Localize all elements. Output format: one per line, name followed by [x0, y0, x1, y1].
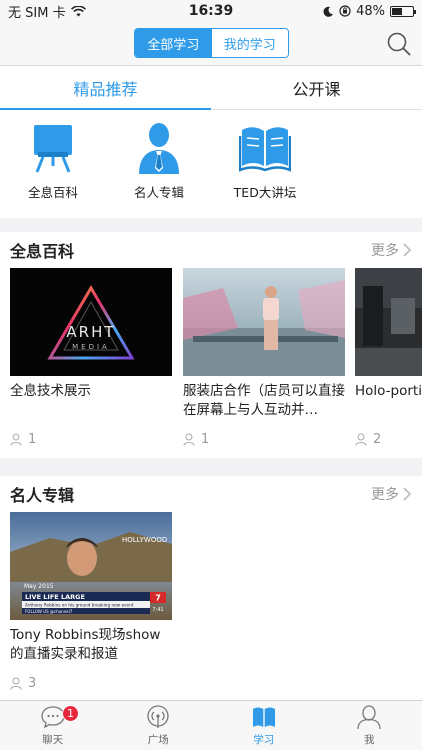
store-hologram: [183, 280, 345, 376]
tabbar-item-learning[interactable]: 学习: [211, 701, 317, 750]
chevron-right-icon: [403, 487, 412, 501]
video-thumbnail: [355, 268, 422, 376]
section-title: 全息百科: [10, 242, 75, 261]
category-ted-talks[interactable]: TED大讲坛: [220, 122, 310, 201]
learning-segmented-control: 全部学习 我的学习: [134, 28, 289, 58]
carrier-label: 无 SIM 卡: [8, 5, 66, 21]
svg-text:HOLLYWOOD: HOLLYWOOD: [122, 536, 167, 544]
svg-text:ARHT: ARHT: [66, 323, 115, 341]
tab-open-courses[interactable]: 公开课: [211, 66, 422, 109]
content-tabs: 精品推荐 公开课: [0, 66, 422, 110]
battery-percent: 48%: [356, 3, 385, 19]
broadcast-icon: [147, 705, 169, 728]
orientation-lock-icon: [339, 5, 351, 17]
video-thumbnail: HOLLYWOOD May 2015 LIVE LIFE LARGE Antho…: [10, 512, 172, 620]
tabbar-label: 我: [364, 734, 375, 746]
book-icon: [252, 707, 275, 727]
section-title: 名人专辑: [10, 486, 75, 505]
tabbar-label: 广场: [147, 734, 169, 746]
category-celebrity-albums[interactable]: 名人专辑: [114, 122, 204, 201]
search-icon[interactable]: [386, 31, 412, 57]
video-title: 全息技术展示: [10, 383, 91, 399]
open-book-icon: [239, 127, 291, 172]
svg-text:7: 7: [155, 594, 161, 603]
unread-badge: 1: [62, 705, 79, 722]
svg-text:May 2015: May 2015: [24, 583, 54, 590]
tabbar-item-plaza[interactable]: 广场: [106, 701, 212, 750]
video-title: 服装店合作（店员可以直接在屏幕上与人互动并…: [183, 383, 345, 418]
more-link[interactable]: 更多: [371, 240, 412, 260]
user-count-icon: [10, 677, 22, 690]
section-hologram-encyclopedia: 全息百科 更多 ARHT MEDIA 全息技术展示 1 服装店合作（店员可以直接…: [0, 232, 422, 458]
user-count-icon: [10, 433, 22, 446]
svg-text:Anthony Robbins on his ground: Anthony Robbins on his ground breaking n…: [25, 603, 134, 608]
viewer-count: 1: [201, 432, 210, 447]
battery-icon: [390, 5, 416, 17]
category-hologram-encyclopedia[interactable]: 全息百科: [8, 122, 98, 201]
arht-media-logo: ARHT MEDIA: [47, 285, 135, 360]
category-label: 全息百科: [27, 185, 78, 200]
user-count-icon: [355, 433, 367, 446]
moon-icon: [323, 6, 334, 17]
video-thumbnail: [183, 268, 345, 376]
svg-text:LIVE LIFE LARGE: LIVE LIFE LARGE: [25, 593, 85, 601]
wifi-icon: [70, 5, 86, 16]
video-title: Holo-porti: [355, 383, 422, 399]
tabbar-label: 聊天: [42, 734, 64, 746]
news-broadcast: HOLLYWOOD May 2015 LIVE LIFE LARGE Antho…: [10, 532, 172, 614]
tabbar-label: 学习: [253, 734, 275, 746]
svg-text:7:41: 7:41: [152, 607, 163, 613]
video-card[interactable]: 服装店合作（店员可以直接在屏幕上与人互动并… 1: [183, 268, 345, 447]
more-link[interactable]: 更多: [371, 484, 412, 504]
tabbar-item-me[interactable]: 我: [317, 701, 422, 750]
holoportation-room: [355, 268, 422, 376]
bottom-tab-bar: 1 聊天 广场 学习 我: [0, 700, 422, 750]
projector-board-icon: [34, 125, 72, 173]
tabbar-item-chat[interactable]: 1 聊天: [0, 701, 106, 750]
video-thumbnail: ARHT MEDIA: [10, 268, 172, 376]
viewer-count: 1: [28, 432, 37, 447]
tab-featured[interactable]: 精品推荐: [0, 66, 211, 110]
chevron-right-icon: [403, 243, 412, 257]
user-count-icon: [183, 433, 195, 446]
svg-text:MEDIA: MEDIA: [72, 343, 110, 351]
viewer-count: 3: [28, 676, 37, 691]
person-tie-icon: [139, 123, 179, 174]
section-celebrity-albums: 名人专辑 更多 HOLLYWOOD May 2015 LIVE LIFE LAR…: [0, 476, 422, 700]
video-card[interactable]: Holo-porti 2: [355, 268, 422, 447]
status-bar: 无 SIM 卡 16:39 48%: [0, 0, 422, 22]
viewer-count: 2: [373, 432, 382, 447]
segment-my-learning[interactable]: 我的学习: [211, 29, 288, 57]
svg-text:FOLLOW US @channel7: FOLLOW US @channel7: [25, 609, 73, 614]
category-grid: 全息百科 名人专辑 TED大讲坛: [0, 110, 422, 218]
video-card[interactable]: HOLLYWOOD May 2015 LIVE LIFE LARGE Antho…: [10, 512, 172, 691]
navigation-bar: 全部学习 我的学习: [0, 22, 422, 66]
category-label: 名人专辑: [133, 185, 184, 200]
user-icon: [357, 705, 381, 730]
category-label: TED大讲坛: [233, 185, 297, 200]
video-title: Tony Robbins现场show的直播实录和报道: [10, 627, 161, 662]
video-card[interactable]: ARHT MEDIA 全息技术展示 1: [10, 268, 172, 447]
segment-all-learning[interactable]: 全部学习: [135, 29, 212, 57]
